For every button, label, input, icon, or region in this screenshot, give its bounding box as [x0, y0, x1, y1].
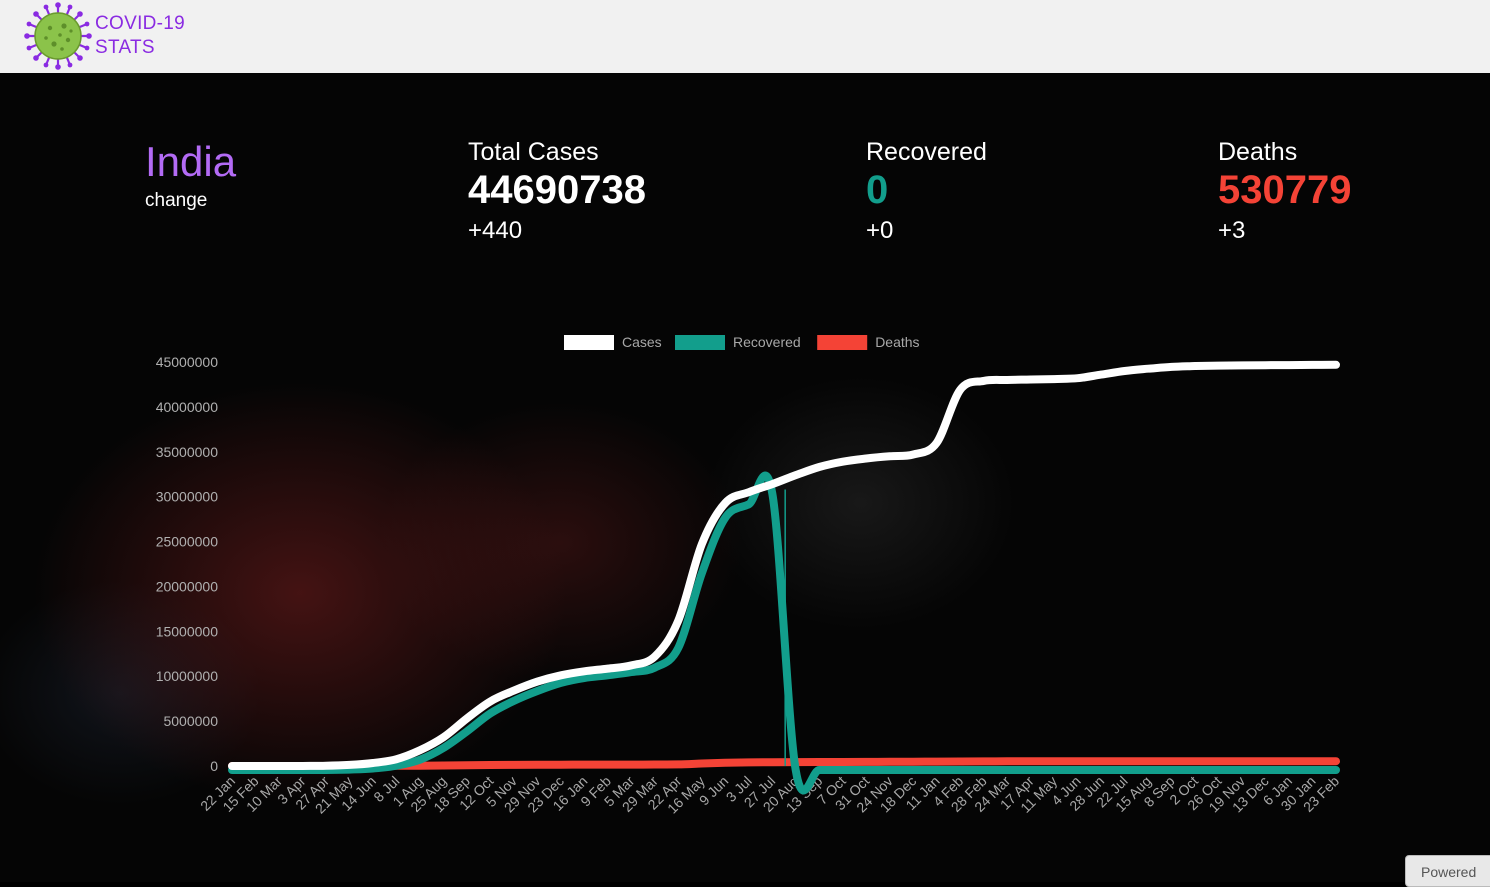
y-tick-label-9: 45000000 [156, 354, 219, 370]
legend-label-recovered: Recovered [733, 334, 801, 350]
powered-by-badge[interactable]: Powered [1405, 855, 1490, 887]
covid-line-chart[interactable]: 0 5000000 10000000 15000000 20000000 25000000… [0, 0, 1490, 882]
y-tick-label-1: 5000000 [163, 713, 218, 729]
legend-label-cases: Cases [622, 334, 662, 350]
series-line-recovered [228, 471, 1340, 795]
legend-swatch-cases [564, 335, 614, 350]
y-tick-label-5: 25000000 [156, 534, 219, 550]
y-tick-label-3: 15000000 [156, 623, 219, 639]
legend-swatch-recovered [675, 335, 725, 350]
y-tick-label-4: 20000000 [156, 578, 219, 594]
y-tick-label-7: 35000000 [156, 444, 219, 460]
y-tick-label-0: 0 [210, 758, 218, 774]
y-tick-label-2: 10000000 [156, 668, 219, 684]
legend-label-deaths: Deaths [875, 334, 919, 350]
y-tick-label-8: 40000000 [156, 399, 219, 415]
series-line-cases [228, 360, 1340, 770]
legend-swatch-deaths [817, 335, 868, 350]
y-tick-label-6: 30000000 [156, 489, 219, 505]
